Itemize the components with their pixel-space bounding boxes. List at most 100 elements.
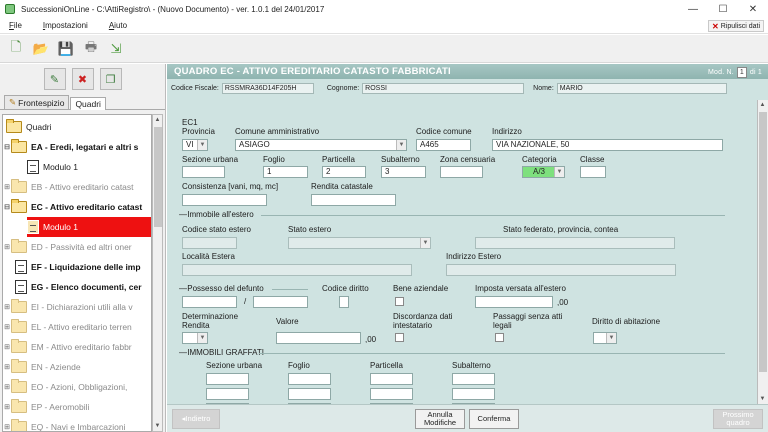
detrendita-select[interactable]: ▼ — [182, 332, 208, 344]
tree-item[interactable]: ⊞ EL - Attivo ereditario terren — [3, 317, 151, 337]
expand-icon[interactable]: ⊞ — [3, 303, 11, 311]
scroll-down-icon[interactable]: ▼ — [758, 394, 767, 404]
tab-frontespizio[interactable]: ✎ Frontespizio — [4, 95, 70, 109]
scroll-up-icon[interactable]: ▲ — [153, 115, 162, 125]
tree-item[interactable]: ⊞ EO - Azioni, Obbligazioni, — [3, 377, 151, 397]
tree-item[interactable]: ⊟ EC - Attivo ereditario catast — [3, 197, 151, 217]
rendita-field[interactable] — [311, 194, 396, 206]
discordanza-checkbox[interactable] — [395, 333, 404, 342]
tree-item[interactable]: ⊞ EP - Aeromobili — [3, 397, 151, 417]
tree-item[interactable]: Modulo 1 — [27, 157, 151, 177]
tree-item[interactable]: ⊞ EI - Dichiarazioni utili alla v — [3, 297, 151, 317]
tree-item[interactable]: EF - Liquidazione delle imp — [15, 257, 151, 277]
statoestero-select[interactable]: ▼ — [288, 237, 431, 249]
possesso-den-field[interactable] — [253, 296, 308, 308]
collapse-icon[interactable]: ⊟ — [3, 203, 11, 211]
g-sezione-field[interactable] — [206, 373, 249, 385]
conferma-button[interactable]: Conferma — [469, 409, 519, 429]
expand-icon[interactable]: ⊞ — [3, 243, 11, 251]
tree-item[interactable]: ⊞ ED - Passività ed altri oner — [3, 237, 151, 257]
maximize-button[interactable]: ☐ — [708, 0, 738, 18]
collapse-icon[interactable]: ⊟ — [3, 143, 11, 151]
new-document-icon[interactable]: 🗋 — [6, 39, 26, 59]
indirizzo-field[interactable]: VIA NAZIONALE, 50 — [492, 139, 723, 151]
codcomune-field[interactable]: A465 — [416, 139, 471, 151]
minimize-button[interactable]: — — [678, 0, 708, 18]
menu-aiuto[interactable]: Aiuto — [100, 21, 139, 30]
duplicate-module-icon[interactable]: ❐ — [99, 68, 122, 90]
g-subalterno-field[interactable] — [452, 388, 495, 400]
statofed-field[interactable] — [475, 237, 675, 249]
possesso-num-field[interactable] — [182, 296, 237, 308]
tree-item[interactable]: ⊞ EN - Aziende — [3, 357, 151, 377]
consistenza-field[interactable] — [182, 194, 267, 206]
provincia-select[interactable]: VI ▼ — [182, 139, 208, 151]
g-particella-field[interactable] — [370, 388, 413, 400]
expand-icon[interactable]: ⊞ — [3, 403, 11, 411]
form-scrollbar[interactable]: ▲ ▼ — [757, 100, 768, 404]
zona-field[interactable] — [440, 166, 483, 178]
mod-number-field[interactable]: 1 — [736, 67, 747, 78]
annulla-button[interactable]: Annulla Modifiche — [415, 409, 465, 429]
g-subalterno-field[interactable] — [452, 373, 495, 385]
prossimo-quadro-button[interactable]: Prossimo quadro — [713, 409, 763, 429]
save-icon[interactable]: 💾 — [56, 39, 76, 59]
tree-item[interactable]: ⊟ EA - Eredi, legatari e altri s — [3, 137, 151, 157]
scroll-thumb[interactable] — [759, 112, 767, 372]
codestero-field[interactable] — [182, 237, 237, 249]
g-foglio-field[interactable] — [288, 388, 331, 400]
quadro-title: QUADRO EC - ATTIVO EREDITARIO CATASTO FA… — [174, 66, 451, 77]
valore-field[interactable] — [276, 332, 361, 344]
export-icon[interactable]: ⇲ — [106, 39, 126, 59]
ripulisci-dati-button[interactable]: ✕ Ripulisci dati — [708, 20, 764, 32]
tree-item-selected[interactable]: Modulo 1 — [27, 217, 151, 237]
dirittoabit-select[interactable]: ▼ — [593, 332, 617, 344]
document-icon — [27, 160, 39, 174]
expand-icon[interactable]: ⊞ — [3, 363, 11, 371]
tree-item[interactable]: EG - Elenco documenti, cer — [15, 277, 151, 297]
coddiritto-select[interactable] — [339, 296, 349, 308]
expand-icon[interactable]: ⊞ — [3, 343, 11, 351]
menu-file[interactable]: File — [0, 21, 34, 30]
tree-item[interactable]: ⊞ EQ - Navi e Imbarcazioni — [3, 417, 151, 431]
tree-item[interactable]: Quadri — [3, 117, 151, 137]
expand-icon[interactable]: ⊞ — [3, 423, 11, 431]
expand-icon[interactable]: ⊞ — [3, 183, 11, 191]
imposta-label: Imposta versata all'estero — [475, 284, 566, 293]
classe-label: Classe — [580, 155, 605, 164]
section-dash: — — [179, 284, 188, 293]
open-folder-icon[interactable]: 📂 — [31, 39, 51, 59]
menu-impostazioni[interactable]: Impostazioni — [34, 21, 100, 30]
edit-module-icon[interactable]: ✎ — [43, 68, 66, 90]
tree-item[interactable]: ⊞ EB - Attivo ereditario catast — [3, 177, 151, 197]
localita-field[interactable] — [182, 264, 412, 276]
scroll-down-icon[interactable]: ▼ — [153, 421, 162, 431]
classe-field[interactable] — [580, 166, 606, 178]
passaggi-checkbox[interactable] — [495, 333, 504, 342]
sezione-field[interactable] — [182, 166, 225, 178]
foglio-field[interactable]: 1 — [263, 166, 308, 178]
clear-icon: ✕ — [712, 21, 719, 31]
scroll-thumb[interactable] — [154, 127, 162, 227]
subalterno-field[interactable]: 3 — [381, 166, 426, 178]
imposta-field[interactable] — [475, 296, 553, 308]
indietro-button[interactable]: ◂ Indietro — [172, 409, 220, 429]
cognome-value: ROSSI — [362, 82, 525, 94]
comune-select[interactable]: ASIAGO ▼ — [235, 139, 407, 151]
close-button[interactable]: ✕ — [738, 0, 768, 18]
g-particella-field[interactable] — [370, 373, 413, 385]
delete-module-icon[interactable]: ✖ — [71, 68, 94, 90]
tree-scrollbar[interactable]: ▲ ▼ — [152, 114, 163, 432]
g-foglio-field[interactable] — [288, 373, 331, 385]
particella-field[interactable]: 2 — [322, 166, 366, 178]
tab-quadri[interactable]: Quadri — [70, 97, 106, 110]
scroll-up-icon[interactable]: ▲ — [758, 100, 767, 110]
expand-icon[interactable]: ⊞ — [3, 323, 11, 331]
expand-icon[interactable]: ⊞ — [3, 383, 11, 391]
beniaz-checkbox[interactable] — [395, 297, 404, 306]
print-icon[interactable]: 🖶 — [81, 39, 101, 59]
tree-item[interactable]: ⊞ EM - Attivo ereditario fabbr — [3, 337, 151, 357]
g-sezione-field[interactable] — [206, 388, 249, 400]
indestero-field[interactable] — [446, 264, 676, 276]
categoria-select[interactable]: A/3 ▼ — [522, 166, 565, 178]
